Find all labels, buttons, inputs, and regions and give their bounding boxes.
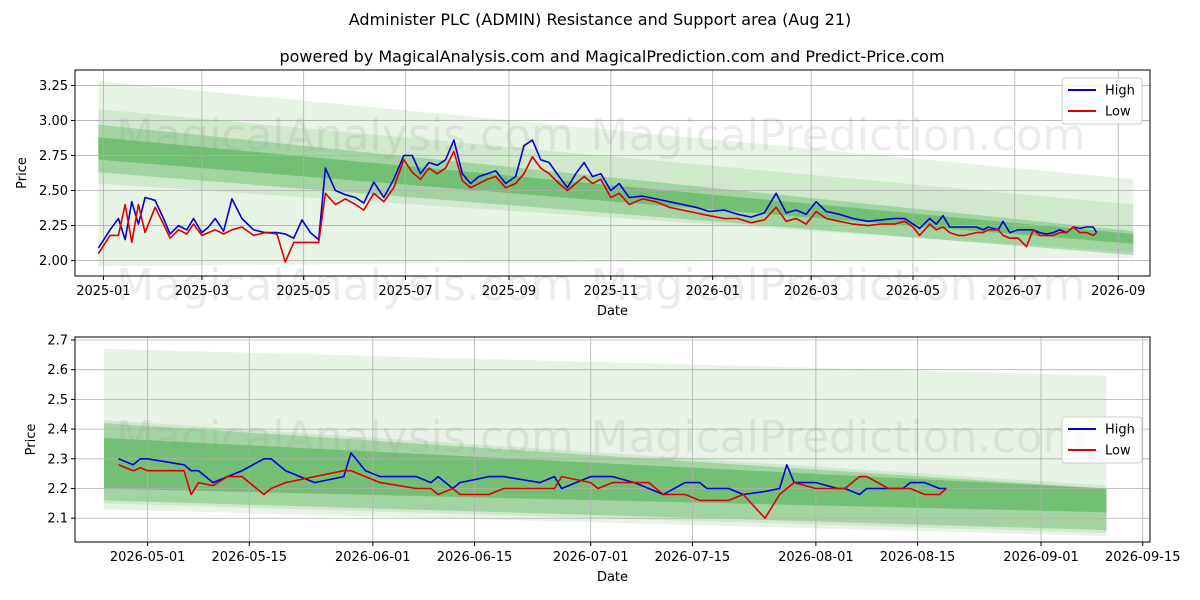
y-tick-label: 2.7 <box>47 333 68 348</box>
chart-figure: Administer PLC (ADMIN) Resistance and Su… <box>0 0 1200 600</box>
y-tick-label: 2.4 <box>47 423 68 438</box>
x-tick-label: 2025-09 <box>482 284 536 299</box>
y-tick-label: 2.50 <box>39 184 68 199</box>
legend-label-high: High <box>1105 423 1135 438</box>
y-axis-label: Price <box>24 424 39 456</box>
y-tick-label: 2.5 <box>47 393 68 408</box>
chart-canvas: Administer PLC (ADMIN) Resistance and Su… <box>15 10 1181 585</box>
x-tick-label: 2025-03 <box>175 284 229 299</box>
legend-label-low: Low <box>1105 105 1131 120</box>
chart-subtitle: powered by MagicalAnalysis.com and Magic… <box>279 47 944 66</box>
x-tick-label: 2026-05-01 <box>110 550 186 565</box>
y-axis-label: Price <box>15 157 30 189</box>
top-chart-panel: MagicalAnalysis.com MagicalPrediction.com… <box>15 69 1151 319</box>
watermark-right: MagicalPrediction.com <box>591 412 1086 463</box>
legend-label-high: High <box>1105 84 1135 99</box>
watermark-left: MagicalAnalysis.com <box>116 412 574 463</box>
x-tick-label: 2026-07 <box>988 284 1042 299</box>
x-tick-label: 2026-06-15 <box>437 550 513 565</box>
x-tick-label: 2026-05 <box>886 284 940 299</box>
y-tick-label: 2.25 <box>39 219 68 234</box>
x-tick-label: 2026-05-15 <box>212 550 288 565</box>
x-tick-label: 2026-01 <box>685 284 739 299</box>
y-tick-label: 2.2 <box>47 482 68 497</box>
watermark-left: MagicalAnalysis.com <box>116 110 574 161</box>
legend-label-low: Low <box>1105 444 1131 459</box>
x-tick-label: 2025-01 <box>76 284 130 299</box>
x-tick-label: 2026-07-15 <box>655 550 731 565</box>
x-tick-label: 2026-03 <box>784 284 838 299</box>
x-tick-label: 2025-11 <box>584 284 638 299</box>
x-tick-label: 2025-05 <box>277 284 331 299</box>
x-tick-label: 2025-07 <box>378 284 432 299</box>
y-tick-label: 2.3 <box>47 452 68 467</box>
x-axis-label: Date <box>597 570 628 585</box>
x-tick-label: 2026-08-15 <box>880 550 956 565</box>
x-tick-label: 2026-09-01 <box>1003 550 1079 565</box>
y-tick-label: 2.1 <box>47 512 68 527</box>
bottom-chart-panel: MagicalAnalysis.com MagicalPrediction.com… <box>24 333 1181 585</box>
y-tick-label: 2.6 <box>47 363 68 378</box>
x-tick-label: 2026-06-01 <box>335 550 411 565</box>
y-tick-label: 2.75 <box>39 149 68 164</box>
y-tick-label: 2.00 <box>39 254 68 269</box>
x-tick-label: 2026-07-01 <box>553 550 629 565</box>
y-tick-label: 3.00 <box>39 114 68 129</box>
x-tick-label: 2026-09-15 <box>1105 550 1181 565</box>
chart-title: Administer PLC (ADMIN) Resistance and Su… <box>349 10 851 29</box>
y-tick-label: 3.25 <box>39 79 68 94</box>
x-tick-label: 2026-08-01 <box>778 550 854 565</box>
x-axis-label: Date <box>597 304 628 319</box>
x-tick-label: 2026-09 <box>1091 284 1145 299</box>
watermark-right: MagicalPrediction.com <box>591 110 1086 161</box>
